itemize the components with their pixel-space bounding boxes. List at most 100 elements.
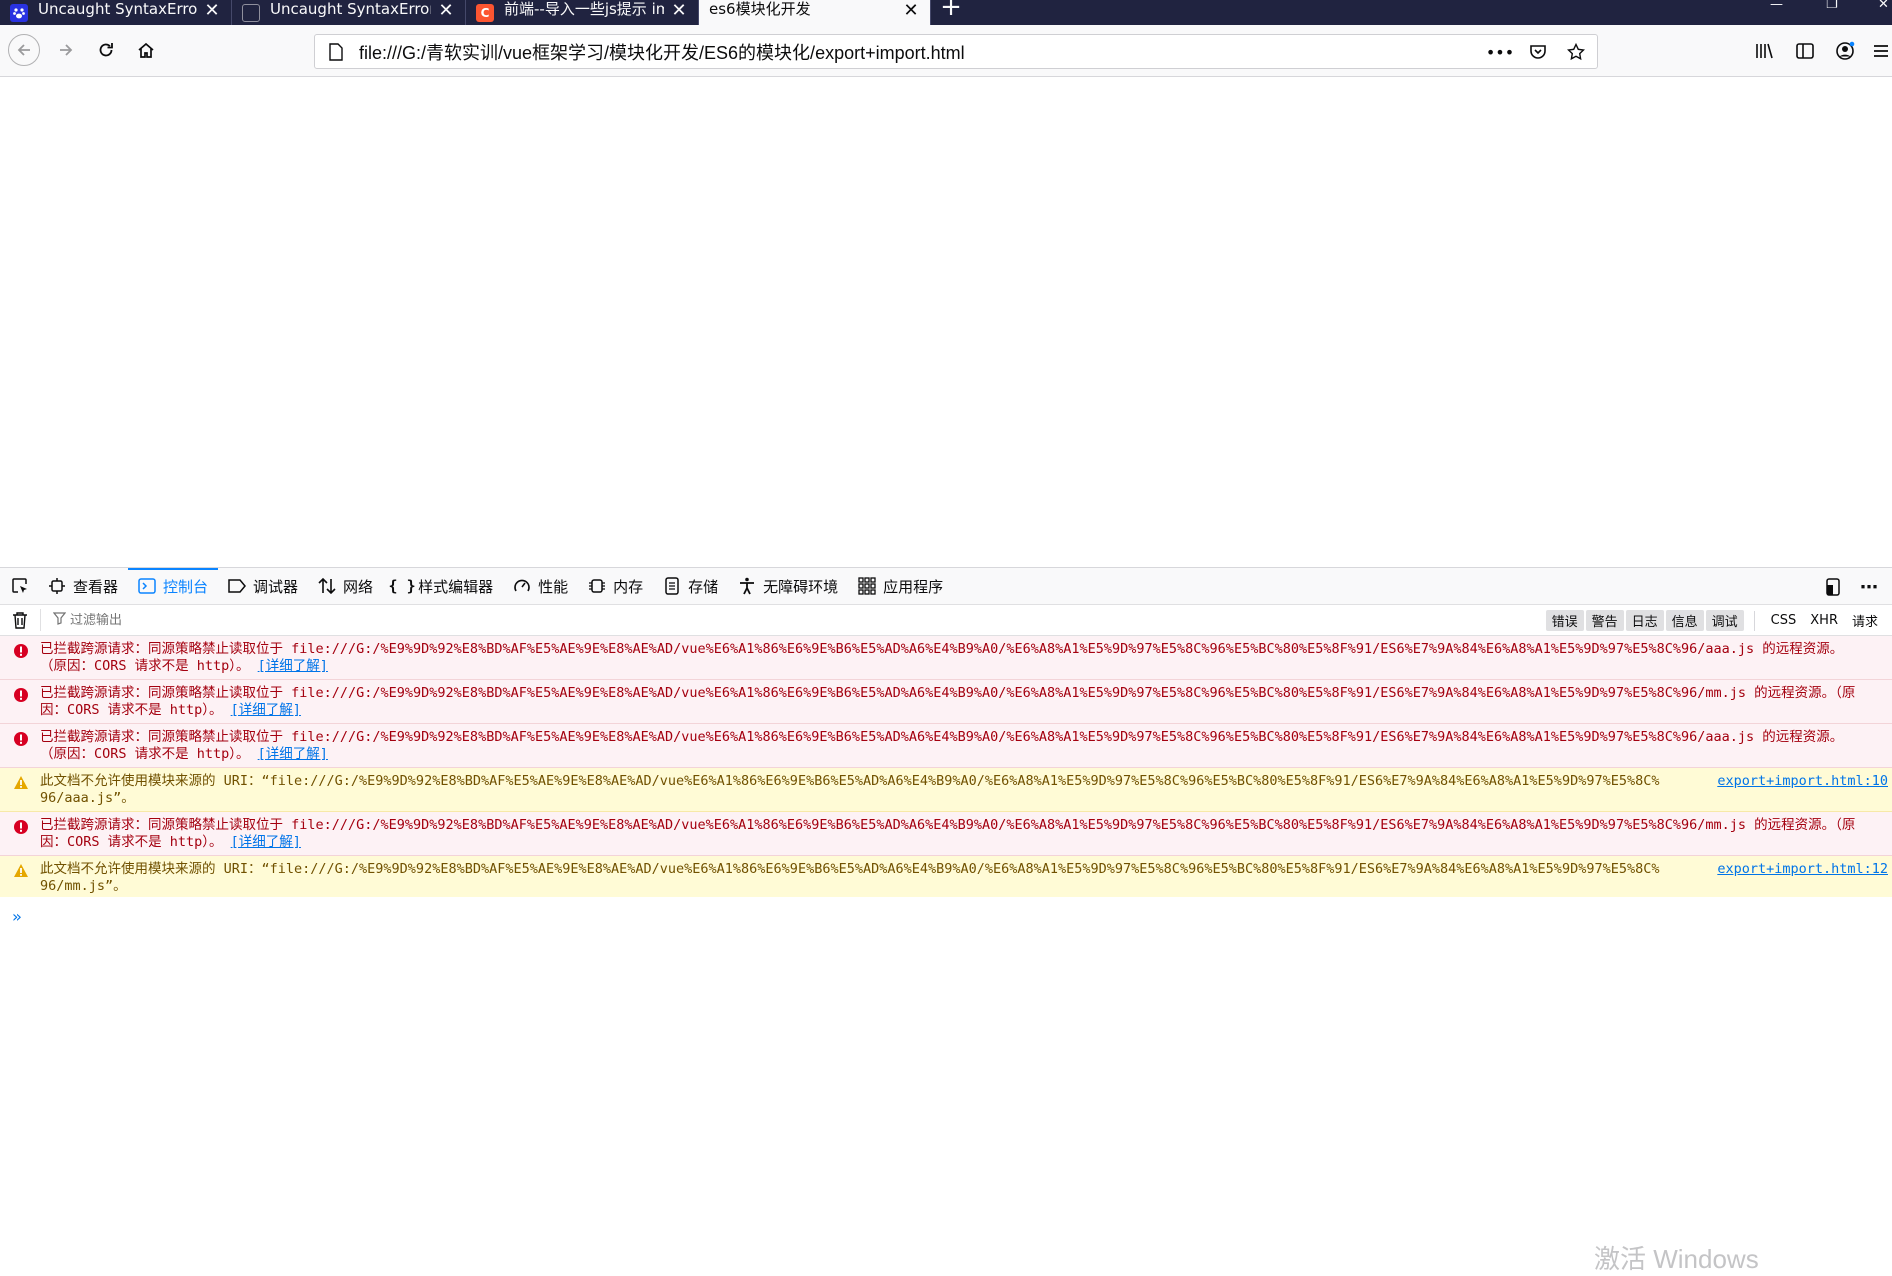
- filter-warnings-button[interactable]: 警告: [1585, 610, 1624, 631]
- source-location-link[interactable]: export+import.html:12: [1717, 861, 1888, 878]
- forward-arrow-icon: [60, 44, 73, 56]
- tab-label: 调试器: [253, 577, 299, 596]
- error-icon: [14, 644, 28, 658]
- filter-xhr-button[interactable]: XHR: [1804, 610, 1844, 631]
- library-icon[interactable]: [1752, 38, 1778, 64]
- back-button[interactable]: [8, 34, 40, 66]
- console-messages: 已拦截跨源请求：同源策略禁止读取位于 file:///G:/%E9%9D%92%…: [0, 636, 1892, 900]
- message-text: 已拦截跨源请求：同源策略禁止读取位于 file:///G:/%E9%9D%92%…: [40, 685, 1856, 718]
- memory-icon: [587, 576, 607, 596]
- baidu-paw-icon: [10, 3, 28, 22]
- clear-console-button[interactable]: [0, 611, 40, 629]
- tab-application[interactable]: 应用程序: [848, 568, 953, 604]
- console-message-error: 已拦截跨源请求：同源策略禁止读取位于 file:///G:/%E9%9D%92%…: [0, 724, 1892, 768]
- tab-inspector[interactable]: 查看器: [38, 568, 128, 604]
- home-button[interactable]: [130, 34, 162, 66]
- error-icon: [14, 820, 28, 834]
- learn-more-link[interactable]: [详细了解]: [231, 834, 301, 850]
- filter-requests-button[interactable]: 请求: [1846, 610, 1884, 631]
- tab-storage[interactable]: 存储: [653, 568, 728, 604]
- page-actions-icon[interactable]: •••: [1486, 39, 1514, 65]
- browser-tab-active[interactable]: es6模块化开发 ✕: [699, 0, 931, 25]
- learn-more-link[interactable]: [详细了解]: [258, 658, 328, 674]
- new-tab-button[interactable]: +: [931, 0, 971, 22]
- sidebar-icon[interactable]: [1792, 38, 1818, 64]
- filter-errors-button[interactable]: 错误: [1545, 610, 1584, 631]
- account-icon[interactable]: [1832, 38, 1858, 64]
- warning-icon: [14, 776, 28, 789]
- tab-label: 应用程序: [883, 577, 944, 596]
- address-bar[interactable]: file:///G:/青软实训/vue框架学习/模块化开发/ES6的模块化/ex…: [314, 34, 1598, 69]
- tab-title: es6模块化开发: [709, 0, 811, 18]
- tab-title: Uncaught SyntaxError: Unexp: [38, 0, 197, 18]
- message-text: 此文档不允许使用模块来源的 URI：“file:///G:/%E9%9D%92%…: [40, 773, 1660, 806]
- tab-debugger[interactable]: 调试器: [218, 568, 308, 604]
- window-close-icon[interactable]: ✕: [1878, 0, 1889, 16]
- filter-info-button[interactable]: 信息: [1665, 610, 1704, 631]
- url-text[interactable]: file:///G:/青软实训/vue框架学习/模块化开发/ES6的模块化/ex…: [359, 39, 965, 65]
- page-icon: [325, 42, 347, 61]
- tab-label: 内存: [613, 577, 644, 596]
- browser-tab-1[interactable]: Uncaught SyntaxError: Unexp ✕: [0, 0, 232, 25]
- forward-button[interactable]: [50, 34, 82, 66]
- browser-tab-3[interactable]: C 前端--导入一些js提示 import c ✕: [466, 0, 699, 25]
- devtools-toolbar: 查看器 控制台 调试器 网络 { } 样式编辑器 性能 内存 存储 无障碍环境 …: [0, 568, 1892, 605]
- navigation-toolbar: file:///G:/青软实训/vue框架学习/模块化开发/ES6的模块化/ex…: [0, 25, 1892, 77]
- restore-icon[interactable]: ❐: [1826, 0, 1838, 16]
- element-picker-button[interactable]: [0, 568, 38, 604]
- tab-label: 控制台: [163, 577, 209, 596]
- filter-buttons: 错误 警告 日志 信息 调试 CSS XHR 请求: [1545, 610, 1884, 631]
- console-message-warning: 此文档不允许使用模块来源的 URI：“file:///G:/%E9%9D%92%…: [0, 856, 1892, 900]
- page-content: [0, 77, 1892, 567]
- console-filter-bar: 错误 警告 日志 信息 调试 CSS XHR 请求: [0, 605, 1892, 636]
- learn-more-link[interactable]: [详细了解]: [258, 746, 328, 762]
- console-input[interactable]: » 激活 Windows: [0, 897, 1892, 1274]
- tab-close-icon[interactable]: ✕: [201, 0, 223, 22]
- tab-label: 性能: [538, 577, 569, 596]
- tab-accessibility[interactable]: 无障碍环境: [728, 568, 848, 604]
- tab-network[interactable]: 网络: [308, 568, 383, 604]
- tab-close-icon[interactable]: ✕: [668, 0, 690, 22]
- browser-tab-2[interactable]: Uncaught SyntaxError: Unexp ✕: [232, 0, 466, 25]
- tab-close-icon[interactable]: ✕: [900, 0, 922, 22]
- filter-funnel-icon: [52, 611, 67, 629]
- inspector-icon: [47, 576, 67, 596]
- filter-css-button[interactable]: CSS: [1765, 610, 1803, 631]
- tab-style-editor[interactable]: { } 样式编辑器: [383, 568, 503, 604]
- message-text: 已拦截跨源请求：同源策略禁止读取位于 file:///G:/%E9%9D%92%…: [40, 817, 1856, 850]
- tab-close-icon[interactable]: ✕: [435, 0, 457, 22]
- source-location-link[interactable]: export+import.html:10: [1717, 773, 1888, 790]
- tab-memory[interactable]: 内存: [578, 568, 653, 604]
- learn-more-link[interactable]: [详细了解]: [231, 702, 301, 718]
- back-arrow-icon: [17, 44, 30, 56]
- devtools-panel: 查看器 控制台 调试器 网络 { } 样式编辑器 性能 内存 存储 无障碍环境 …: [0, 567, 1892, 1274]
- reload-icon: [99, 43, 113, 57]
- devtools-menu-icon[interactable]: ⋯: [1856, 574, 1882, 600]
- filter-debug-button[interactable]: 调试: [1705, 610, 1744, 631]
- tab-strip: Uncaught SyntaxError: Unexp ✕ Uncaught S…: [0, 0, 1892, 25]
- menu-icon[interactable]: [1868, 38, 1892, 64]
- debugger-icon: [227, 576, 247, 596]
- network-icon: [317, 576, 337, 596]
- blank-page-icon: [242, 3, 260, 22]
- reload-button[interactable]: [90, 34, 122, 66]
- home-icon: [138, 42, 154, 58]
- tab-title: Uncaught SyntaxError: Unexp: [270, 0, 431, 18]
- error-icon: [14, 688, 28, 702]
- filter-logs-button[interactable]: 日志: [1625, 610, 1664, 631]
- error-icon: [14, 732, 28, 746]
- picker-icon: [10, 576, 30, 596]
- tab-performance[interactable]: 性能: [503, 568, 578, 604]
- filter-output-input[interactable]: [70, 612, 370, 628]
- console-message-error: 已拦截跨源请求：同源策略禁止读取位于 file:///G:/%E9%9D%92%…: [0, 636, 1892, 680]
- tab-label: 查看器: [73, 577, 119, 596]
- minimize-icon[interactable]: —: [1770, 0, 1783, 16]
- tab-console[interactable]: 控制台: [128, 568, 219, 604]
- tab-title: 前端--导入一些js提示 import c: [504, 0, 664, 18]
- divider: [1753, 610, 1755, 631]
- bookmark-star-icon[interactable]: [1563, 39, 1589, 65]
- tab-label: 样式编辑器: [418, 577, 494, 596]
- dock-toggle-icon[interactable]: [1820, 574, 1846, 600]
- pocket-icon[interactable]: [1525, 39, 1551, 65]
- csdn-c-icon: C: [476, 3, 494, 22]
